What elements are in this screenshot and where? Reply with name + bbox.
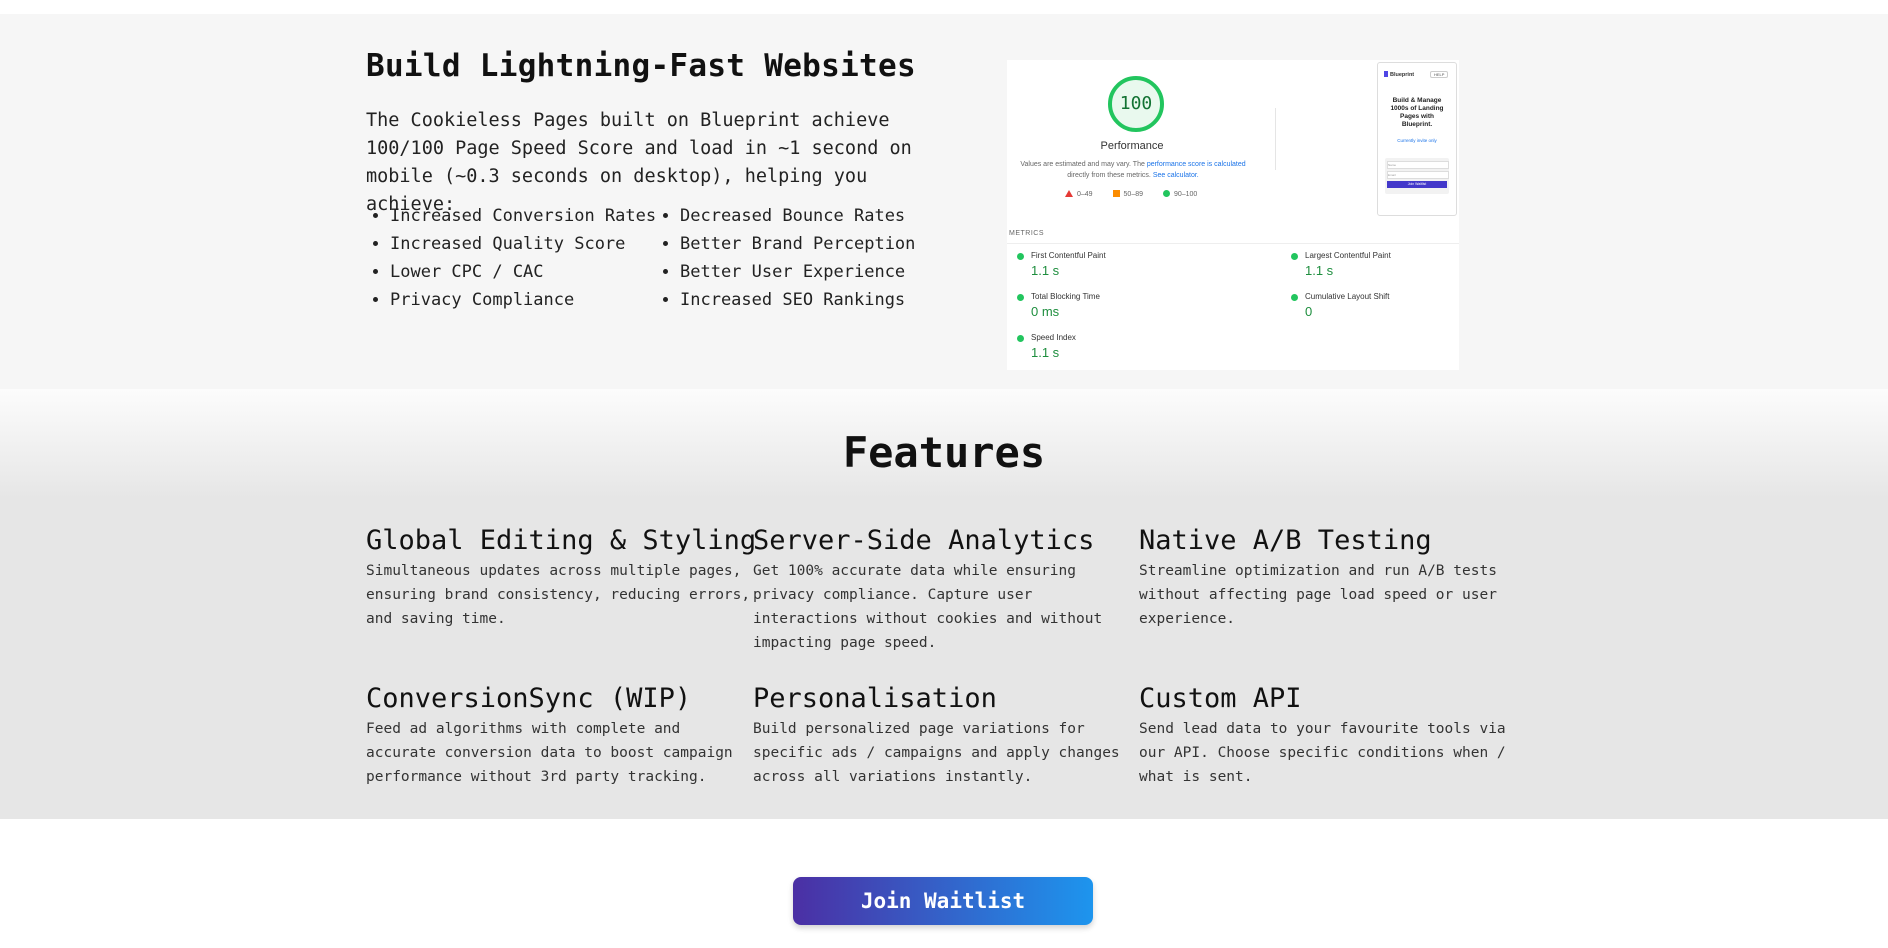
benefit-item: Decreased Bounce Rates: [680, 202, 915, 230]
metric-name: Total Blocking Time: [1031, 292, 1100, 301]
benefit-item: Increased Quality Score: [390, 230, 656, 258]
circle-icon: [1291, 253, 1298, 260]
mobile-preview-thumbnail: Blueprint HELP Build & Manage 1000s of L…: [1377, 62, 1457, 216]
metric-value: 1.1 s: [1031, 263, 1060, 278]
preview-help-button: HELP: [1430, 71, 1449, 78]
feature-card: ConversionSync (WIP) Feed ad algorithms …: [366, 683, 752, 789]
feature-text: Streamline optimization and run A/B test…: [1139, 563, 1497, 627]
feature-title: Global Editing & Styling: [366, 525, 757, 556]
metric-value: 0 ms: [1031, 304, 1060, 319]
hero-title: Build Lightning-Fast Websites: [366, 48, 916, 84]
feature-card: Personalisation Build personalized page …: [753, 683, 1139, 789]
benefits-list-left: Increased Conversion Rates Increased Qua…: [366, 202, 656, 314]
feature-title: Server-Side Analytics: [753, 525, 1095, 556]
feature-title: Personalisation: [753, 683, 997, 714]
benefit-item: Lower CPC / CAC: [390, 258, 656, 286]
feature-card: Server-Side Analytics Get 100% accurate …: [753, 525, 1139, 655]
circle-icon: [1017, 253, 1024, 260]
disclaimer-text: Values are estimated and may vary. The: [1020, 161, 1145, 168]
metric-name: Largest Contentful Paint: [1305, 251, 1391, 260]
score-calculated-link: performance score is calculated: [1146, 161, 1246, 168]
metric-name: Speed Index: [1031, 333, 1076, 342]
legend-pass: 90–100: [1162, 190, 1197, 198]
circle-icon: [1017, 335, 1024, 342]
report-disclaimer: Values are estimated and may vary. The p…: [1017, 159, 1249, 181]
score-legend: 0–49 50–89 90–100: [1065, 190, 1215, 198]
performance-score-gauge: 100: [1108, 76, 1164, 132]
pagespeed-report-image: 100 Performance Values are estimated and…: [1007, 60, 1459, 370]
circle-icon: [1017, 294, 1024, 301]
feature-title: Custom API: [1139, 683, 1302, 714]
hero-section: Build Lightning-Fast Websites The Cookie…: [0, 14, 1888, 389]
benefit-item: Privacy Compliance: [390, 286, 656, 314]
circle-icon: [1162, 190, 1170, 197]
benefit-item: Increased SEO Rankings: [680, 286, 915, 314]
benefit-item: Better Brand Perception: [680, 230, 915, 258]
preview-brand: Blueprint: [1384, 71, 1414, 78]
divider: [1007, 243, 1459, 244]
feature-card: Global Editing & Styling Simultaneous up…: [366, 525, 757, 631]
metrics-heading: METRICS: [1009, 230, 1044, 237]
join-waitlist-button[interactable]: Join Waitlist: [793, 877, 1093, 925]
feature-text: Build personalized page variations for s…: [753, 721, 1120, 785]
feature-title: ConversionSync (WIP): [366, 683, 692, 714]
performance-label: Performance: [1100, 140, 1164, 152]
preview-form: Name Email Join Waitlist: [1385, 158, 1449, 194]
features-title: Features: [842, 428, 1046, 477]
top-strip: [0, 0, 1888, 14]
preview-subline: Currently invite only: [1397, 138, 1437, 143]
metric-value: 0: [1305, 304, 1313, 319]
legend-average: 50–89: [1112, 190, 1143, 198]
metric-value: 1.1 s: [1031, 345, 1060, 360]
feature-text: Simultaneous updates across multiple pag…: [366, 563, 751, 627]
feature-text: Feed ad algorithms with complete and acc…: [366, 721, 733, 785]
preview-email-input: Email: [1387, 171, 1449, 179]
feature-text: Send lead data to your favourite tools v…: [1139, 721, 1506, 785]
feature-card: Custom API Send lead data to your favour…: [1139, 683, 1525, 789]
feature-card: Native A/B Testing Streamline optimizati…: [1139, 525, 1525, 631]
legend-fail: 0–49: [1065, 190, 1093, 198]
divider: [1275, 108, 1276, 170]
metric-value: 1.1 s: [1305, 263, 1334, 278]
preview-join-button: Join Waitlist: [1387, 181, 1447, 188]
benefit-item: Better User Experience: [680, 258, 915, 286]
triangle-icon: [1065, 190, 1073, 197]
feature-text: Get 100% accurate data while ensuring pr…: [753, 563, 1103, 651]
circle-icon: [1291, 294, 1298, 301]
features-section: Features Global Editing & Styling Simult…: [0, 389, 1888, 819]
see-calculator-link: See calculator.: [1152, 172, 1199, 179]
preview-headline: Build & Manage 1000s of Landing Pages wi…: [1390, 97, 1444, 128]
square-icon: [1112, 190, 1120, 197]
metric-name: Cumulative Layout Shift: [1305, 292, 1390, 301]
benefit-item: Increased Conversion Rates: [390, 202, 656, 230]
benefits-list-right: Decreased Bounce Rates Better Brand Perc…: [656, 202, 915, 314]
feature-title: Native A/B Testing: [1139, 525, 1432, 556]
disclaimer-text-2: directly from these metrics.: [1067, 172, 1151, 179]
metric-name: First Contentful Paint: [1031, 251, 1106, 260]
preview-name-input: Name: [1387, 161, 1449, 169]
